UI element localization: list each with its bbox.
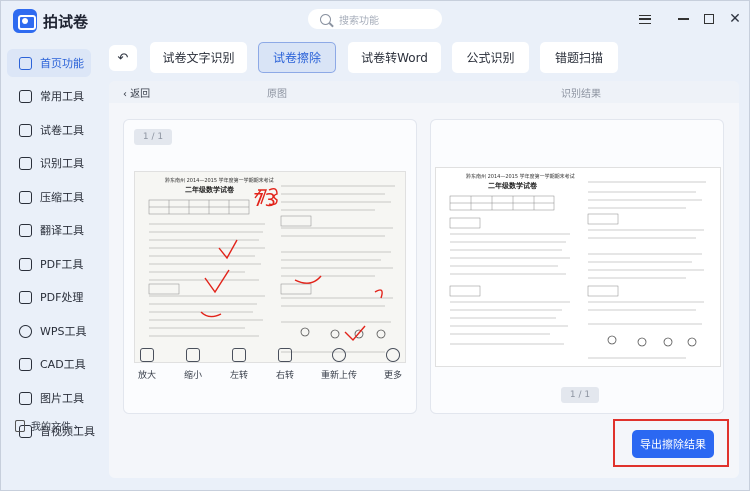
sidebar-item-home[interactable]: 首页功能 — [7, 49, 91, 77]
sidebar-item-label: PDF处理 — [40, 291, 84, 304]
sidebar-item-wps-tools[interactable]: WPS工具 — [7, 317, 91, 345]
sidebar-item-label: 压缩工具 — [40, 191, 84, 204]
sidebar-item-paper-tools[interactable]: 试卷工具 — [7, 116, 91, 144]
tab-paper-text-recognition[interactable]: 试卷文字识别 — [150, 42, 247, 73]
rotate-right-button[interactable]: 右转 — [265, 348, 305, 381]
cad-icon — [19, 357, 32, 371]
tool-label: 重新上传 — [320, 371, 357, 381]
my-files-link[interactable]: 我的文件 › — [15, 418, 78, 433]
tab-label: 错题扫描 — [554, 51, 603, 65]
rotate-right-icon — [278, 348, 292, 362]
maximize-button[interactable] — [699, 9, 719, 29]
paper-title-2: 二年级数学试卷 — [185, 185, 235, 194]
sidebar-item-compress-tools[interactable]: 压缩工具 — [7, 183, 91, 211]
file-icon — [15, 419, 25, 432]
sidebar-item-label: 试卷工具 — [40, 124, 84, 137]
app-logo: 拍试卷 — [13, 9, 88, 33]
minimize-button[interactable] — [673, 9, 693, 29]
sidebar-item-label: 常用工具 — [40, 90, 84, 103]
result-title: 识别结果 — [561, 89, 601, 100]
sidebar-item-label: 识别工具 — [40, 157, 84, 170]
result-image-card: 黔东南州 2014—2015 学年度第一学期期末考试 二年级数学试卷 1 / 1 — [430, 119, 724, 414]
result-paper-title-1: 黔东南州 2014—2015 学年度第一学期期末考试 — [466, 173, 575, 180]
result-paper-title-2: 二年级数学试卷 — [488, 181, 538, 190]
erased-exam-paper: 黔东南州 2014—2015 学年度第一学期期末考试 二年级数学试卷 — [436, 168, 720, 366]
tab-wrong-question-scan[interactable]: 错题扫描 — [540, 42, 618, 73]
tool-label: 右转 — [275, 371, 294, 381]
translate-icon — [19, 223, 32, 237]
reupload-icon — [332, 348, 346, 362]
tab-label: 试卷擦除 — [272, 51, 321, 65]
sidebar-item-label: 图片工具 — [40, 392, 84, 405]
original-paper-image: 黔东南州 2014—2015 学年度第一学期期末考试 二年级数学试卷 73 — [134, 171, 406, 363]
zoom-out-icon — [186, 348, 200, 362]
home-icon — [19, 56, 32, 70]
page-indicator: 1 / 1 — [134, 129, 172, 145]
close-icon: ✕ — [729, 11, 741, 27]
hamburger-icon — [639, 14, 651, 24]
tab-label: 公式识别 — [466, 51, 515, 65]
close-button[interactable]: ✕ — [725, 9, 745, 29]
sidebar-item-pdf-tools[interactable]: PDF工具 — [7, 250, 91, 278]
zoom-in-button[interactable]: 放大 — [127, 348, 167, 381]
original-exam-paper: 黔东南州 2014—2015 学年度第一学期期末考试 二年级数学试卷 73 — [135, 172, 405, 362]
sidebar-item-cad-tools[interactable]: CAD工具 — [7, 350, 91, 378]
app-window: 拍试卷 搜索功能 ✕ 首页功能 常用工具 试卷工具 识别工具 压缩工具 翻译工具… — [0, 0, 750, 491]
scan-icon — [19, 156, 32, 170]
undo-arrow-icon: ↶ — [117, 50, 129, 66]
tab-paper-to-word[interactable]: 试卷转Word — [348, 42, 441, 73]
compress-icon — [19, 190, 32, 204]
pdf-process-icon — [19, 290, 32, 304]
app-title: 拍试卷 — [43, 12, 89, 31]
tool-label: 缩小 — [183, 371, 202, 381]
rotate-left-icon — [232, 348, 246, 362]
sidebar-item-translate-tools[interactable]: 翻译工具 — [7, 216, 91, 244]
tool-label: 更多 — [383, 371, 402, 381]
sidebar-item-recognition-tools[interactable]: 识别工具 — [7, 149, 91, 177]
return-link[interactable]: ‹ 返回 — [123, 85, 150, 100]
reupload-button[interactable]: 重新上传 — [311, 348, 367, 381]
sidebar-item-image-tools[interactable]: 图片工具 — [7, 384, 91, 412]
paper-icon — [19, 123, 32, 137]
zoom-in-icon — [140, 348, 154, 362]
result-paper-image: 黔东南州 2014—2015 学年度第一学期期末考试 二年级数学试卷 — [435, 167, 721, 367]
back-button[interactable]: ↶ — [109, 45, 137, 71]
menu-button[interactable] — [635, 9, 655, 29]
camera-logo-icon — [13, 9, 37, 33]
subheader: ‹ 返回 原图 识别结果 — [109, 81, 739, 103]
tab-formula-recognition[interactable]: 公式识别 — [452, 42, 529, 73]
page-indicator: 1 / 1 — [561, 387, 599, 403]
more-icon — [386, 348, 400, 362]
original-title: 原图 — [267, 89, 287, 100]
my-files-label: 我的文件 › — [31, 422, 79, 433]
search-placeholder: 搜索功能 — [339, 15, 379, 27]
more-button[interactable]: 更多 — [373, 348, 413, 381]
minimize-icon — [677, 18, 689, 20]
search-icon — [320, 13, 331, 25]
sidebar-item-pdf-process[interactable]: PDF处理 — [7, 283, 91, 311]
red-score-mark: 73 — [253, 190, 276, 211]
tool-label: 左转 — [229, 371, 248, 381]
sidebar-item-label: CAD工具 — [40, 358, 86, 371]
image-icon — [19, 391, 32, 405]
wps-icon — [19, 324, 32, 338]
sidebar-item-label: WPS工具 — [40, 325, 87, 338]
export-erase-result-button[interactable]: 导出擦除结果 — [632, 430, 714, 458]
maximize-icon — [704, 14, 714, 24]
tab-label: 试卷转Word — [361, 51, 428, 65]
tab-paper-erase[interactable]: 试卷擦除 — [258, 42, 336, 73]
sidebar-item-common-tools[interactable]: 常用工具 — [7, 82, 91, 110]
tab-label: 试卷文字识别 — [162, 51, 235, 65]
paper-title-1: 黔东南州 2014—2015 学年度第一学期期末考试 — [165, 177, 274, 184]
sidebar-item-label: PDF工具 — [40, 258, 84, 271]
sidebar-item-label: 首页功能 — [40, 57, 84, 70]
rotate-left-button[interactable]: 左转 — [219, 348, 259, 381]
zoom-out-button[interactable]: 缩小 — [173, 348, 213, 381]
layers-icon — [19, 89, 32, 103]
tool-label: 放大 — [137, 371, 156, 381]
sidebar-item-label: 翻译工具 — [40, 224, 84, 237]
search-input[interactable]: 搜索功能 — [308, 9, 442, 29]
pdf-icon — [19, 257, 32, 271]
